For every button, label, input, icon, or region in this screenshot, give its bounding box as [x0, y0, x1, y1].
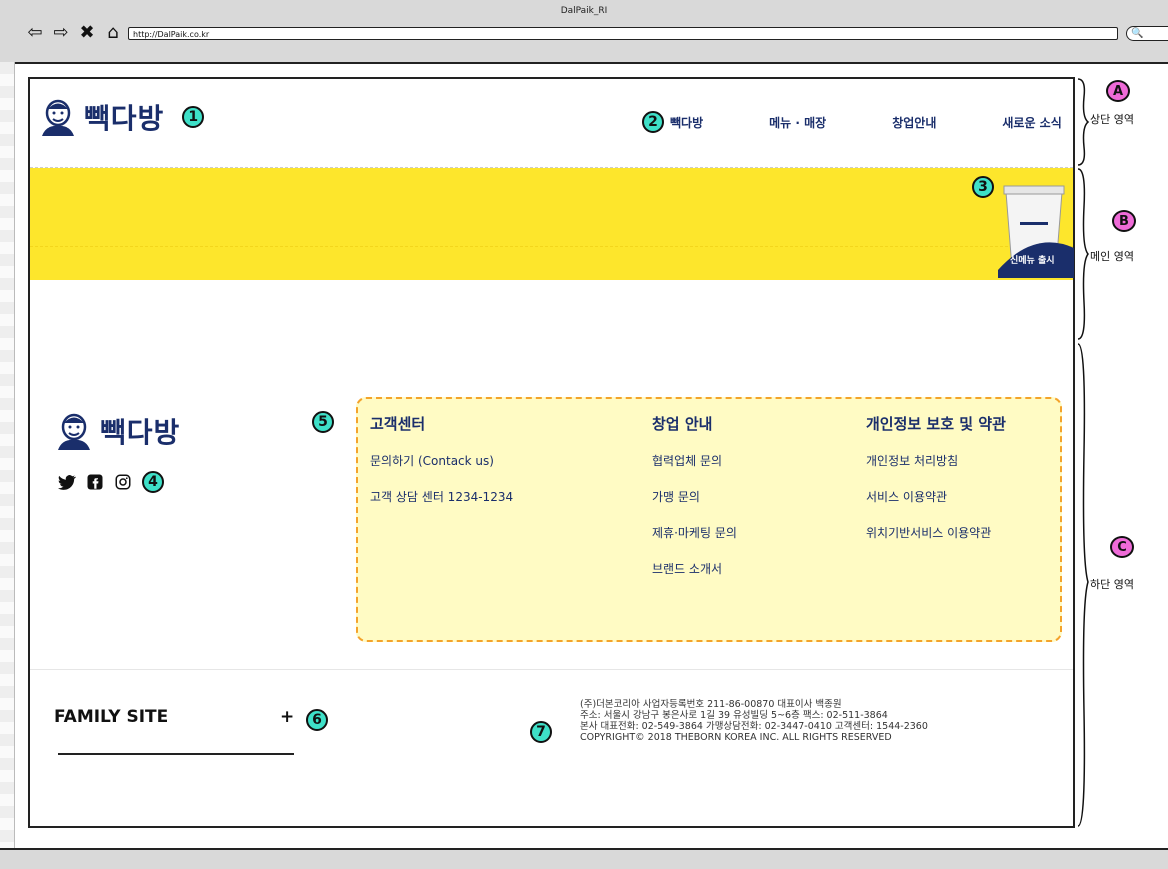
baek-face-icon	[42, 99, 74, 136]
brace-bottom	[1077, 343, 1089, 827]
page-frame: 빽다방 1 2 빽다방 메뉴 · 매장 창업안내 새로운 소식 3 신메뉴 출시	[28, 77, 1075, 828]
header-logo-text: 빽다방	[84, 102, 165, 135]
annotation-A: A	[1106, 80, 1130, 102]
nav-item-menu-store[interactable]: 메뉴 · 매장	[769, 114, 826, 131]
browser-nav-icons: ⇦ ⇨ ✖ ⌂	[26, 24, 122, 42]
browser-status-bar	[0, 848, 1168, 869]
url-input[interactable]: http://DalPaik.co.kr	[128, 27, 1118, 40]
footer-logo[interactable]: 빽다방	[56, 411, 180, 451]
plus-icon[interactable]: +	[280, 707, 294, 727]
home-icon[interactable]: ⌂	[104, 24, 122, 42]
window-title: DalPaik_RI	[560, 6, 608, 16]
location-terms-link[interactable]: 위치기반서비스 이용약관	[866, 526, 1006, 562]
family-site-underline	[58, 753, 294, 755]
baek-face-icon	[58, 413, 90, 450]
company-info-line: 주소: 서울시 강남구 봉은사로 1길 39 유성빌딩 5~6층 팩스: 02-…	[580, 710, 888, 721]
copyright: COPYRIGHT© 2018 THEBORN KOREA INC. ALL R…	[580, 732, 892, 743]
nav-item-news[interactable]: 새로운 소식	[1002, 114, 1061, 131]
back-arrow-icon[interactable]: ⇦	[26, 24, 44, 42]
window-edge	[0, 62, 15, 848]
column-privacy-terms: 개인정보 보호 및 약관 개인정보 처리방침 서비스 이용약관 위치기반서비스 …	[866, 413, 1006, 562]
forward-arrow-icon[interactable]: ⇨	[52, 24, 70, 42]
brand-intro-link[interactable]: 브랜드 소개서	[652, 562, 737, 598]
brace-top	[1077, 78, 1090, 166]
facebook-icon[interactable]	[86, 473, 104, 491]
nav-item-franchise[interactable]: 창업안내	[892, 114, 936, 131]
company-info: (주)더본코리아 사업자등록번호 211-86-00870 대표이사 백종원 주…	[580, 699, 928, 743]
header-area: 빽다방 1 2 빽다방 메뉴 · 매장 창업안내 새로운 소식	[30, 79, 1073, 168]
footer-info-box: 고객센터 문의하기 (Contack us) 고객 상담 센터 1234-123…	[356, 397, 1062, 642]
column-title: 창업 안내	[652, 415, 713, 433]
browser-search-field[interactable]: 🔍	[1126, 26, 1168, 41]
annotation-marker-7: 7	[530, 721, 552, 743]
annotation-marker-4: 4	[142, 471, 164, 493]
global-nav: 2 빽다방 메뉴 · 매장 창업안내 새로운 소식	[642, 111, 1062, 133]
instagram-icon[interactable]	[114, 473, 132, 491]
footer-divider	[30, 669, 1073, 670]
annotation-marker-3: 3	[972, 176, 994, 198]
brace-main	[1077, 168, 1089, 340]
column-customer-center: 고객센터 문의하기 (Contack us) 고객 상담 센터 1234-123…	[370, 413, 513, 526]
annotation-label-main: 메인 영역	[1090, 250, 1134, 263]
annotation-B: B	[1112, 210, 1136, 232]
social-links: 4	[58, 471, 164, 493]
main-visual-band: 3 신메뉴 출시	[30, 168, 1074, 280]
nav-item-baekdabang[interactable]: 빽다방	[670, 114, 703, 131]
family-site-label: FAMILY SITE	[54, 707, 169, 727]
marketing-inquiry-link[interactable]: 제휴·마케팅 문의	[652, 526, 737, 562]
company-info-line: (주)더본코리아 사업자등록번호 211-86-00870 대표이사 백종원	[580, 699, 842, 710]
annotation-marker-6: 6	[306, 709, 328, 731]
annotation-marker-2: 2	[642, 111, 664, 133]
column-franchise: 창업 안내 협력업체 문의 가맹 문의 제휴·마케팅 문의 브랜드 소개서	[652, 413, 737, 598]
column-title: 개인정보 보호 및 약관	[866, 415, 1006, 433]
header-logo[interactable]: 빽다방 1	[40, 97, 205, 137]
franchise-inquiry-link[interactable]: 가맹 문의	[652, 490, 737, 526]
column-title: 고객센터	[370, 415, 426, 433]
annotation-marker-1: 1	[182, 106, 205, 128]
annotation-C: C	[1110, 536, 1134, 558]
browser-toolbar: DalPaik_RI ⇦ ⇨ ✖ ⌂ http://DalPaik.co.kr …	[0, 0, 1168, 64]
terms-of-service-link[interactable]: 서비스 이용약관	[866, 490, 1006, 526]
annotation-marker-C: C	[1110, 536, 1134, 558]
customer-center-phone[interactable]: 고객 상담 센터 1234-1234	[370, 490, 513, 526]
annotation-marker-5: 5	[312, 411, 334, 433]
promo-cup[interactable]: 3 신메뉴 출시	[972, 176, 1078, 278]
band-divider	[30, 246, 1073, 248]
annotation-marker-B: B	[1112, 210, 1136, 232]
promo-badge: 신메뉴 출시	[1010, 256, 1055, 266]
family-site-select[interactable]: FAMILY SITE + 6	[54, 707, 328, 755]
stop-icon[interactable]: ✖	[78, 24, 96, 42]
contact-us-link[interactable]: 문의하기 (Contack us)	[370, 454, 513, 490]
twitter-icon[interactable]	[58, 473, 76, 491]
annotation-marker-A: A	[1106, 80, 1130, 102]
footer-logo-text: 빽다방	[100, 416, 181, 449]
annotation-label-bottom: 하단 영역	[1090, 578, 1134, 591]
company-info-line: 본사 대표전화: 02-549-3864 가맹상담전화: 02-3447-041…	[580, 721, 928, 732]
partner-inquiry-link[interactable]: 협력업체 문의	[652, 454, 737, 490]
annotation-label-top: 상단 영역	[1090, 113, 1134, 126]
privacy-policy-link[interactable]: 개인정보 처리방침	[866, 454, 1006, 490]
search-icon: 🔍	[1131, 28, 1144, 39]
